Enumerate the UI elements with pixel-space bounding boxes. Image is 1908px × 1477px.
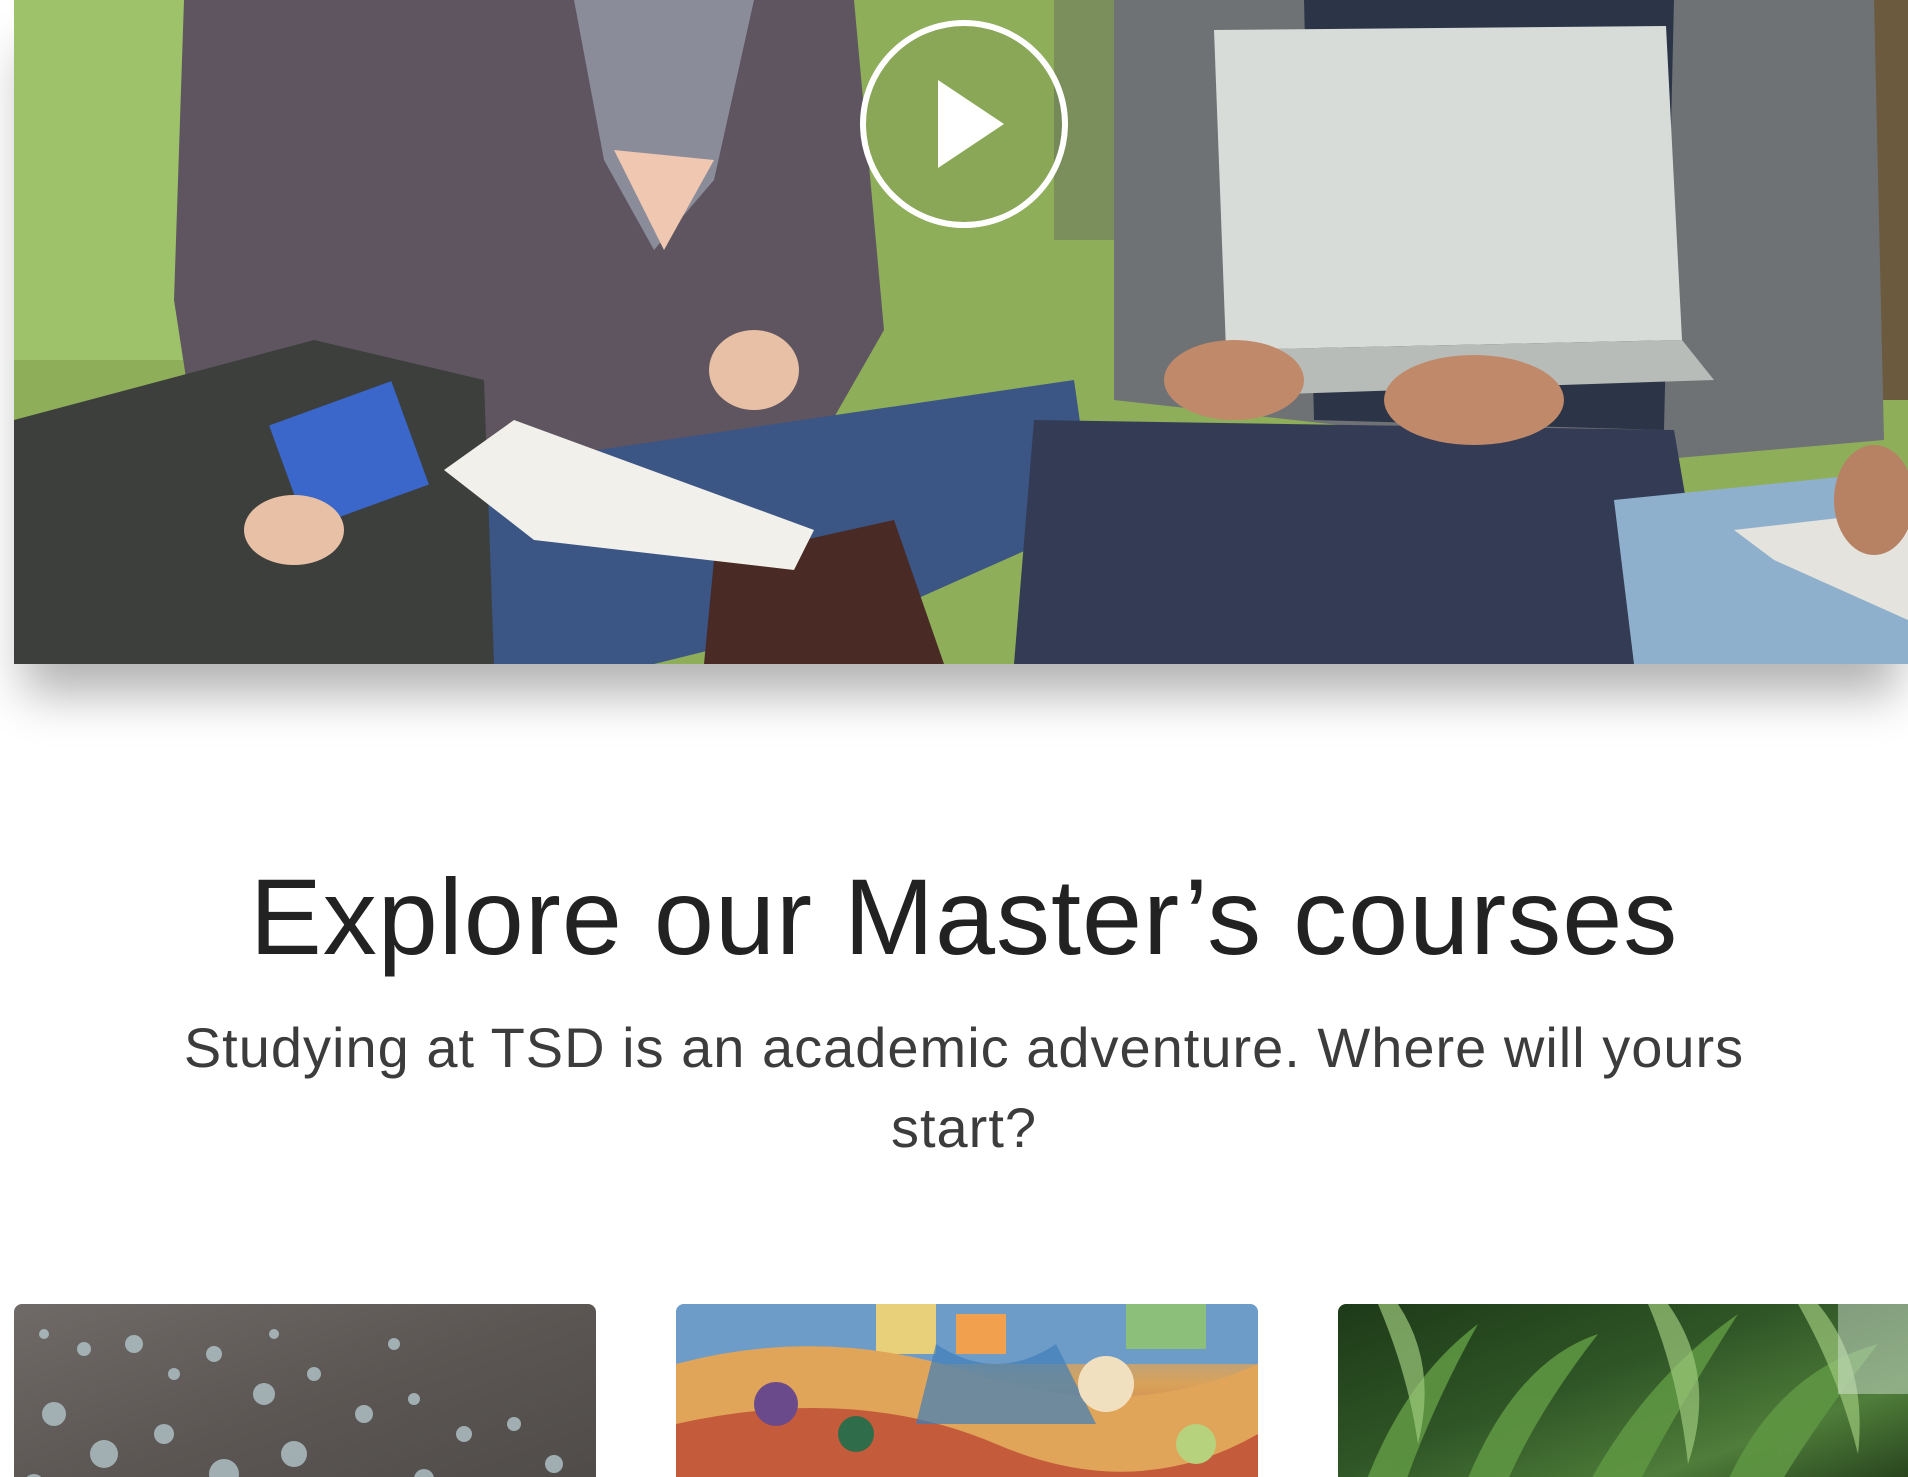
course-card[interactable]	[14, 1304, 596, 1477]
play-button[interactable]	[860, 20, 1068, 228]
play-icon	[938, 80, 1004, 168]
section-subtitle: Studying at TSD is an academic adventure…	[183, 1016, 1745, 1159]
green-plants-image	[1367, 1304, 1908, 1477]
hero-video[interactable]	[14, 0, 1908, 664]
course-card[interactable]	[676, 1304, 1258, 1477]
water-droplets-image	[26, 1329, 563, 1477]
course-card[interactable]	[1338, 1304, 1908, 1477]
colorful-mural-image	[676, 1304, 1258, 1477]
page: Explore our Master’s courses Studying at…	[0, 0, 1908, 1477]
section-title: Explore our Master’s courses	[249, 856, 1679, 977]
